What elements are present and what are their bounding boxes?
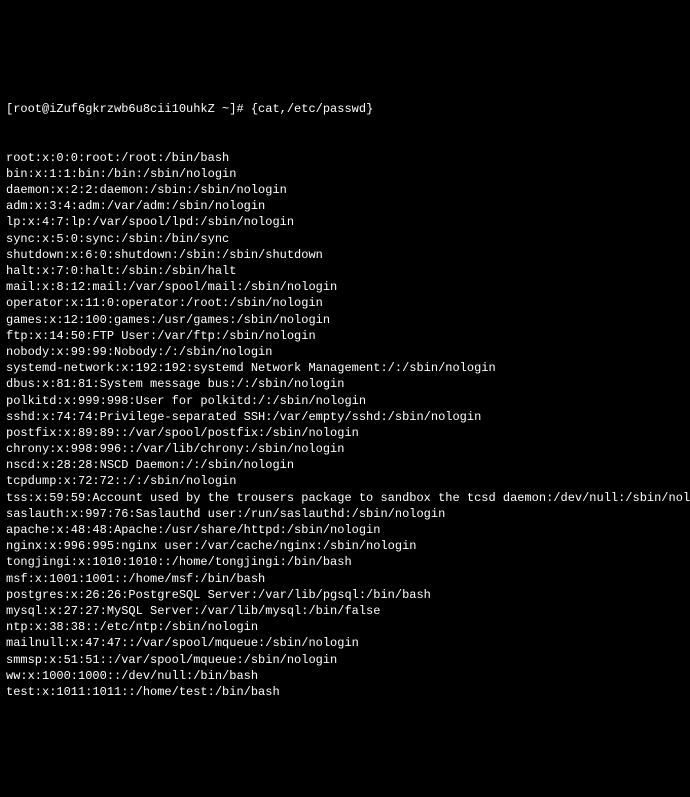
passwd-line: test:x:1011:1011::/home/test:/bin/bash — [6, 684, 684, 700]
passwd-line: saslauth:x:997:76:Saslauthd user:/run/sa… — [6, 506, 684, 522]
passwd-line: ftp:x:14:50:FTP User:/var/ftp:/sbin/nolo… — [6, 328, 684, 344]
passwd-line: msf:x:1001:1001::/home/msf:/bin/bash — [6, 571, 684, 587]
passwd-line: sshd:x:74:74:Privilege-separated SSH:/va… — [6, 409, 684, 425]
shell-command: {cat,/etc/passwd} — [251, 102, 373, 116]
passwd-line: daemon:x:2:2:daemon:/sbin:/sbin/nologin — [6, 182, 684, 198]
passwd-line: root:x:0:0:root:/root:/bin/bash — [6, 150, 684, 166]
passwd-line: dbus:x:81:81:System message bus:/:/sbin/… — [6, 376, 684, 392]
passwd-line: tss:x:59:59:Account used by the trousers… — [6, 490, 684, 506]
passwd-line: ww:x:1000:1000::/dev/null:/bin/bash — [6, 668, 684, 684]
passwd-line: mysql:x:27:27:MySQL Server:/var/lib/mysq… — [6, 603, 684, 619]
passwd-line: mailnull:x:47:47::/var/spool/mqueue:/sbi… — [6, 635, 684, 651]
passwd-line: halt:x:7:0:halt:/sbin:/sbin/halt — [6, 263, 684, 279]
passwd-line: chrony:x:998:996::/var/lib/chrony:/sbin/… — [6, 441, 684, 457]
passwd-line: mail:x:8:12:mail:/var/spool/mail:/sbin/n… — [6, 279, 684, 295]
passwd-line: polkitd:x:999:998:User for polkitd:/:/sb… — [6, 393, 684, 409]
passwd-line: systemd-network:x:192:192:systemd Networ… — [6, 360, 684, 376]
passwd-line: operator:x:11:0:operator:/root:/sbin/nol… — [6, 295, 684, 311]
passwd-line: adm:x:3:4:adm:/var/adm:/sbin/nologin — [6, 198, 684, 214]
passwd-line: sync:x:5:0:sync:/sbin:/bin/sync — [6, 231, 684, 247]
passwd-line: nscd:x:28:28:NSCD Daemon:/:/sbin/nologin — [6, 457, 684, 473]
passwd-line: smmsp:x:51:51::/var/spool/mqueue:/sbin/n… — [6, 652, 684, 668]
shell-prompt: [root@iZuf6gkrzwb6u8cii10uhkZ ~]# — [6, 102, 244, 116]
prompt-line: [root@iZuf6gkrzwb6u8cii10uhkZ ~]# {cat,/… — [6, 101, 684, 117]
passwd-line: nginx:x:996:995:nginx user:/var/cache/ng… — [6, 538, 684, 554]
passwd-line: bin:x:1:1:bin:/bin:/sbin/nologin — [6, 166, 684, 182]
passwd-line: tongjingi:x:1010:1010::/home/tongjingi:/… — [6, 554, 684, 570]
terminal-output: [root@iZuf6gkrzwb6u8cii10uhkZ ~]# {cat,/… — [6, 69, 684, 717]
passwd-line: apache:x:48:48:Apache:/usr/share/httpd:/… — [6, 522, 684, 538]
passwd-line: shutdown:x:6:0:shutdown:/sbin:/sbin/shut… — [6, 247, 684, 263]
passwd-output: root:x:0:0:root:/root:/bin/bashbin:x:1:1… — [6, 150, 684, 700]
passwd-line: postfix:x:89:89::/var/spool/postfix:/sbi… — [6, 425, 684, 441]
passwd-line: postgres:x:26:26:PostgreSQL Server:/var/… — [6, 587, 684, 603]
passwd-line: tcpdump:x:72:72::/:/sbin/nologin — [6, 473, 684, 489]
passwd-line: nobody:x:99:99:Nobody:/:/sbin/nologin — [6, 344, 684, 360]
passwd-line: games:x:12:100:games:/usr/games:/sbin/no… — [6, 312, 684, 328]
passwd-line: lp:x:4:7:lp:/var/spool/lpd:/sbin/nologin — [6, 214, 684, 230]
passwd-line: ntp:x:38:38::/etc/ntp:/sbin/nologin — [6, 619, 684, 635]
